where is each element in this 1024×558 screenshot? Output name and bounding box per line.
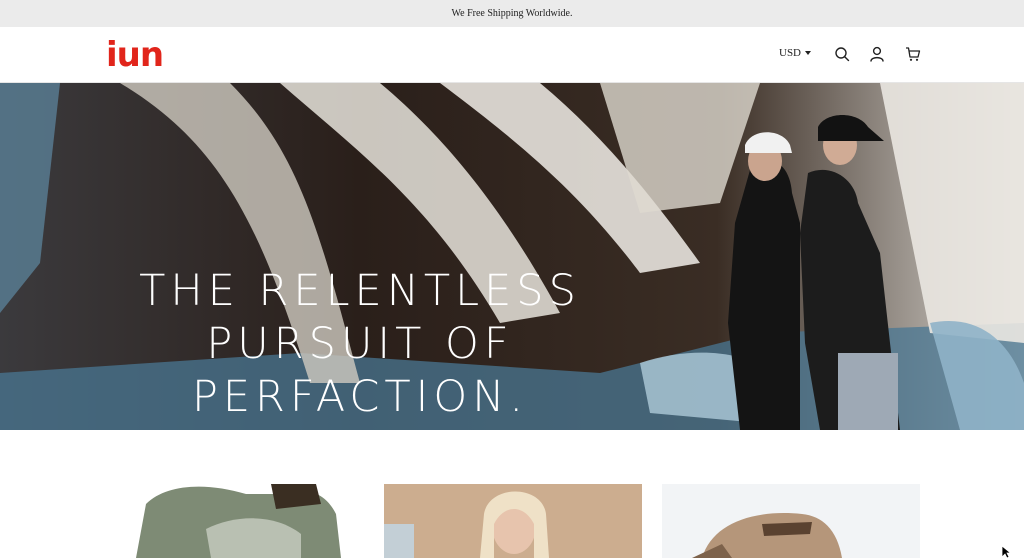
- product-card-dress[interactable]: [384, 484, 642, 558]
- hero-headline: THE RELENTLESS PURSUIT OF PERFACTION.: [130, 265, 590, 424]
- chevron-down-icon: [805, 51, 812, 55]
- search-icon[interactable]: [834, 46, 850, 62]
- product-card-shoes[interactable]: [662, 484, 920, 558]
- cart-icon[interactable]: [905, 46, 921, 62]
- logo[interactable]: iun: [106, 37, 164, 73]
- announcement-text: We Free Shipping Worldwide.: [451, 8, 573, 19]
- product-image-jacket: [126, 484, 384, 558]
- currency-label: USD: [779, 47, 802, 59]
- site-header: iun USD: [0, 27, 1024, 83]
- mouse-cursor: [1001, 545, 1012, 558]
- product-card-jacket[interactable]: [126, 484, 384, 558]
- account-icon[interactable]: [869, 46, 885, 62]
- product-image-dress: [384, 484, 642, 558]
- hero-banner[interactable]: THE RELENTLESS PURSUIT OF PERFACTION.: [0, 83, 1024, 430]
- announcement-bar: We Free Shipping Worldwide.: [0, 0, 1024, 27]
- product-image-shoes: [662, 484, 920, 558]
- hero-headline-line-2: PURSUIT OF: [206, 319, 514, 369]
- hero-headline-line-1: THE RELENTLESS: [139, 266, 581, 316]
- hero-headline-line-3: PERFACTION.: [191, 372, 529, 422]
- currency-selector[interactable]: USD: [779, 47, 812, 59]
